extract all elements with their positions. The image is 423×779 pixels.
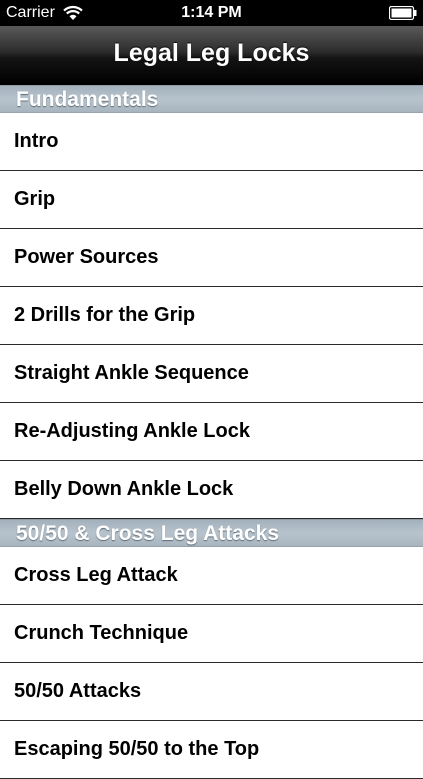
- section-header-cross-leg-attacks: 50/50 & Cross Leg Attacks: [0, 519, 423, 547]
- section-header-fundamentals: Fundamentals: [0, 85, 423, 113]
- list-item[interactable]: Cross Leg Attack: [0, 547, 423, 605]
- page-title: Legal Leg Locks: [113, 39, 310, 67]
- list-item[interactable]: 2 Drills for the Grip: [0, 287, 423, 345]
- list-item[interactable]: Crunch Technique: [0, 605, 423, 663]
- list-item[interactable]: Power Sources: [0, 229, 423, 287]
- list-item[interactable]: Escaping 50/50 to the Top: [0, 721, 423, 779]
- list-item[interactable]: Belly Down Ankle Lock: [0, 461, 423, 519]
- status-bar: Carrier 1:14 PM: [0, 0, 423, 26]
- status-time: 1:14 PM: [181, 4, 242, 21]
- list-item[interactable]: Re-Adjusting Ankle Lock: [0, 403, 423, 461]
- list-item[interactable]: Grip: [0, 171, 423, 229]
- list-item[interactable]: Straight Ankle Sequence: [0, 345, 423, 403]
- battery-icon: [389, 6, 417, 20]
- navigation-bar: Legal Leg Locks: [0, 26, 423, 85]
- technique-list: Fundamentals Intro Grip Power Sources 2 …: [0, 85, 423, 779]
- list-item[interactable]: Intro: [0, 113, 423, 171]
- list-item[interactable]: 50/50 Attacks: [0, 663, 423, 721]
